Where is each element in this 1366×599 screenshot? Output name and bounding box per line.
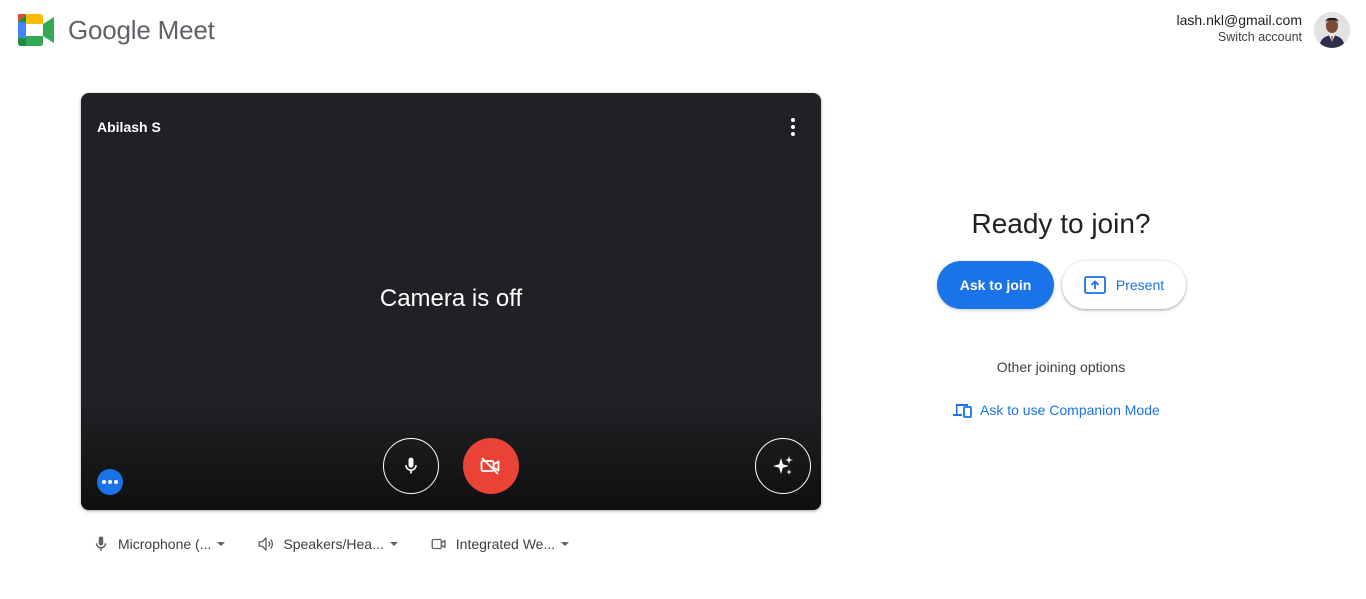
camera-label: Integrated We...: [455, 536, 556, 552]
preview-gradient: [81, 400, 821, 510]
join-buttons: Ask to join Present: [937, 261, 1186, 309]
participant-name: Abilash S: [97, 119, 161, 135]
more-vert-icon[interactable]: [781, 115, 805, 139]
avatar-image: [1314, 12, 1350, 48]
device-settings: Microphone (... Speakers/Hea... Integrat…: [92, 532, 601, 556]
videocam-off-icon: [480, 457, 500, 475]
videocam-icon: [431, 538, 446, 550]
companion-mode-link[interactable]: Ask to use Companion Mode: [952, 401, 1160, 419]
chevron-down-icon: [561, 542, 570, 546]
camera-toggle-button[interactable]: [463, 438, 519, 494]
other-joining-options-label: Other joining options: [996, 359, 1126, 375]
visual-effects-button[interactable]: [755, 438, 811, 494]
chevron-down-icon: [389, 542, 398, 546]
camera-off-text: Camera is off: [379, 285, 523, 312]
chevron-down-icon: [217, 542, 226, 546]
ask-to-join-button[interactable]: Ask to join: [937, 261, 1054, 309]
microphone-toggle-button[interactable]: [383, 438, 439, 494]
speaker-select[interactable]: Speakers/Hea...: [257, 535, 398, 553]
app-title: Google Meet: [68, 14, 215, 45]
meet-logo-icon: [18, 14, 54, 46]
video-preview: Abilash S Camera is off: [81, 93, 821, 510]
microphone-icon: [405, 457, 417, 474]
avatar[interactable]: [1314, 12, 1350, 48]
present-to-all-icon: [1083, 276, 1106, 294]
microphone-label: Microphone (...: [118, 536, 212, 552]
header: Google Meet lash.nkl@gmail.com Switch ac…: [0, 0, 1366, 64]
companion-label: Ask to use Companion Mode: [980, 402, 1160, 418]
account-email: lash.nkl@gmail.com: [1176, 12, 1302, 28]
devices-icon: [953, 404, 972, 418]
present-button[interactable]: Present: [1062, 261, 1186, 309]
speaker-icon: [258, 537, 274, 551]
google-meet-logo[interactable]: Google Meet: [18, 14, 215, 46]
speaker-label: Speakers/Hea...: [283, 536, 384, 552]
microphone-select[interactable]: Microphone (...: [92, 535, 226, 553]
join-panel: Ready to join? Ask to join Present Other…: [930, 208, 1192, 418]
account-info: lash.nkl@gmail.com Switch account: [1177, 12, 1302, 44]
sparkle-icon: [773, 456, 793, 475]
more-horiz-icon[interactable]: [97, 469, 123, 495]
microphone-icon: [95, 536, 107, 551]
ready-to-join-title: Ready to join?: [971, 208, 1151, 239]
switch-account-link[interactable]: Switch account: [1177, 30, 1302, 44]
camera-select[interactable]: Integrated We...: [430, 535, 570, 553]
present-label: Present: [1115, 277, 1165, 293]
